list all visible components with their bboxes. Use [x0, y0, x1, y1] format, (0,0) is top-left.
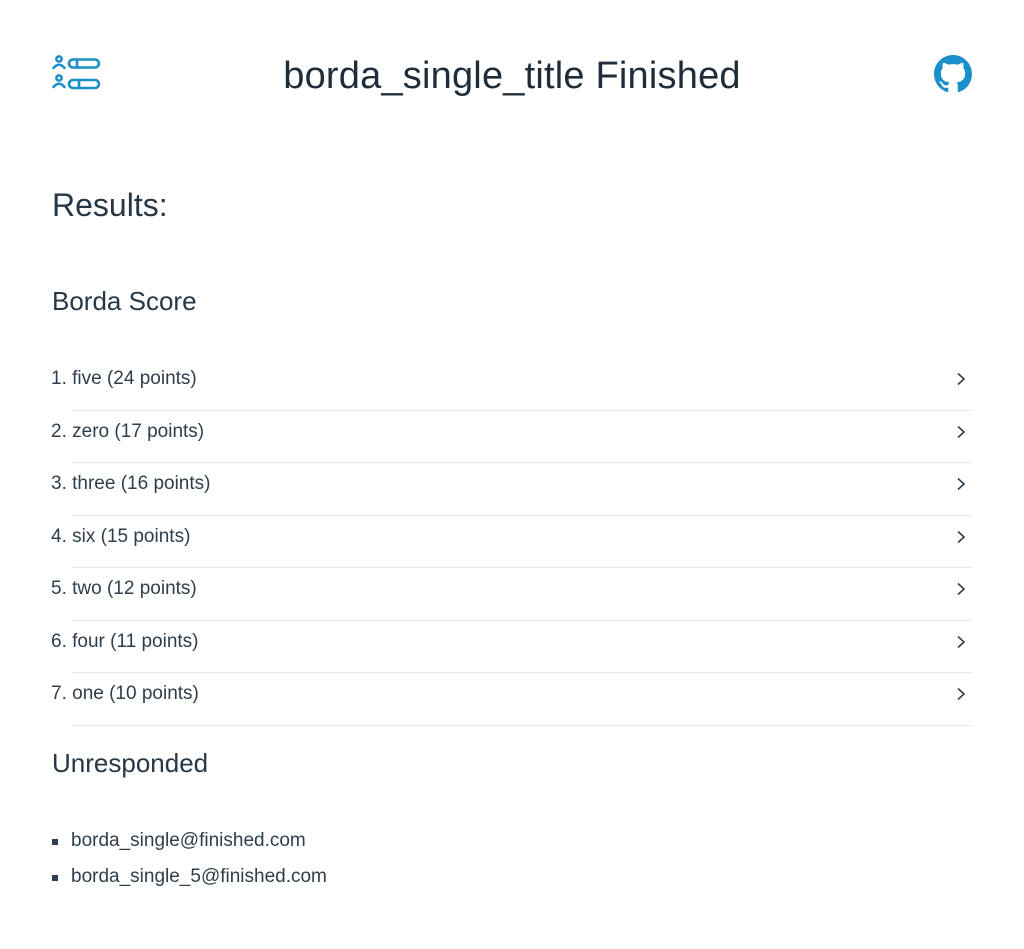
score-label: 7. one (10 points)	[51, 683, 199, 705]
score-row[interactable]: 7. one (10 points)	[51, 673, 972, 726]
unresponded-email: borda_single_5@finished.com	[71, 866, 327, 887]
score-row[interactable]: 4. six (15 points)	[51, 516, 972, 569]
score-label: 6. four (11 points)	[51, 630, 199, 652]
score-label: 4. six (15 points)	[51, 525, 191, 547]
borda-score-list: 1. five (24 points) 2. zero (17 points) …	[51, 358, 972, 726]
unresponded-list: borda_single@finished.com borda_single_5…	[52, 823, 327, 895]
page-title: borda_single_title Finished	[283, 55, 741, 97]
results-title: Results:	[52, 187, 168, 223]
borda-score-title: Borda Score	[52, 286, 197, 316]
chevron-right-icon	[957, 372, 966, 386]
score-row[interactable]: 5. two (12 points)	[51, 568, 972, 621]
unresponded-title: Unresponded	[52, 748, 209, 778]
score-label: 2. zero (17 points)	[51, 420, 205, 442]
chevron-right-icon	[957, 425, 966, 438]
chevron-right-icon	[957, 477, 966, 491]
score-row[interactable]: 3. three (16 points)	[51, 463, 972, 516]
score-row[interactable]: 1. five (24 points)	[51, 358, 972, 411]
score-label: 3. three (16 points)	[51, 473, 211, 495]
score-row[interactable]: 2. zero (17 points)	[51, 411, 972, 464]
score-label: 5. two (12 points)	[51, 578, 197, 600]
unresponded-email: borda_single@finished.com	[71, 830, 306, 851]
chevron-right-icon	[957, 687, 966, 701]
chevron-right-icon	[957, 530, 966, 543]
score-row[interactable]: 6. four (11 points)	[51, 621, 972, 674]
bullet-icon	[52, 875, 58, 881]
list-item: borda_single@finished.com	[52, 823, 327, 859]
header: borda_single_title Finished	[0, 0, 1024, 150]
score-label: 1. five (24 points)	[51, 368, 197, 390]
github-icon[interactable]	[934, 55, 972, 93]
chevron-right-icon	[957, 582, 966, 596]
chevron-right-icon	[957, 635, 966, 648]
bullet-icon	[52, 839, 58, 845]
list-item: borda_single_5@finished.com	[52, 859, 327, 895]
